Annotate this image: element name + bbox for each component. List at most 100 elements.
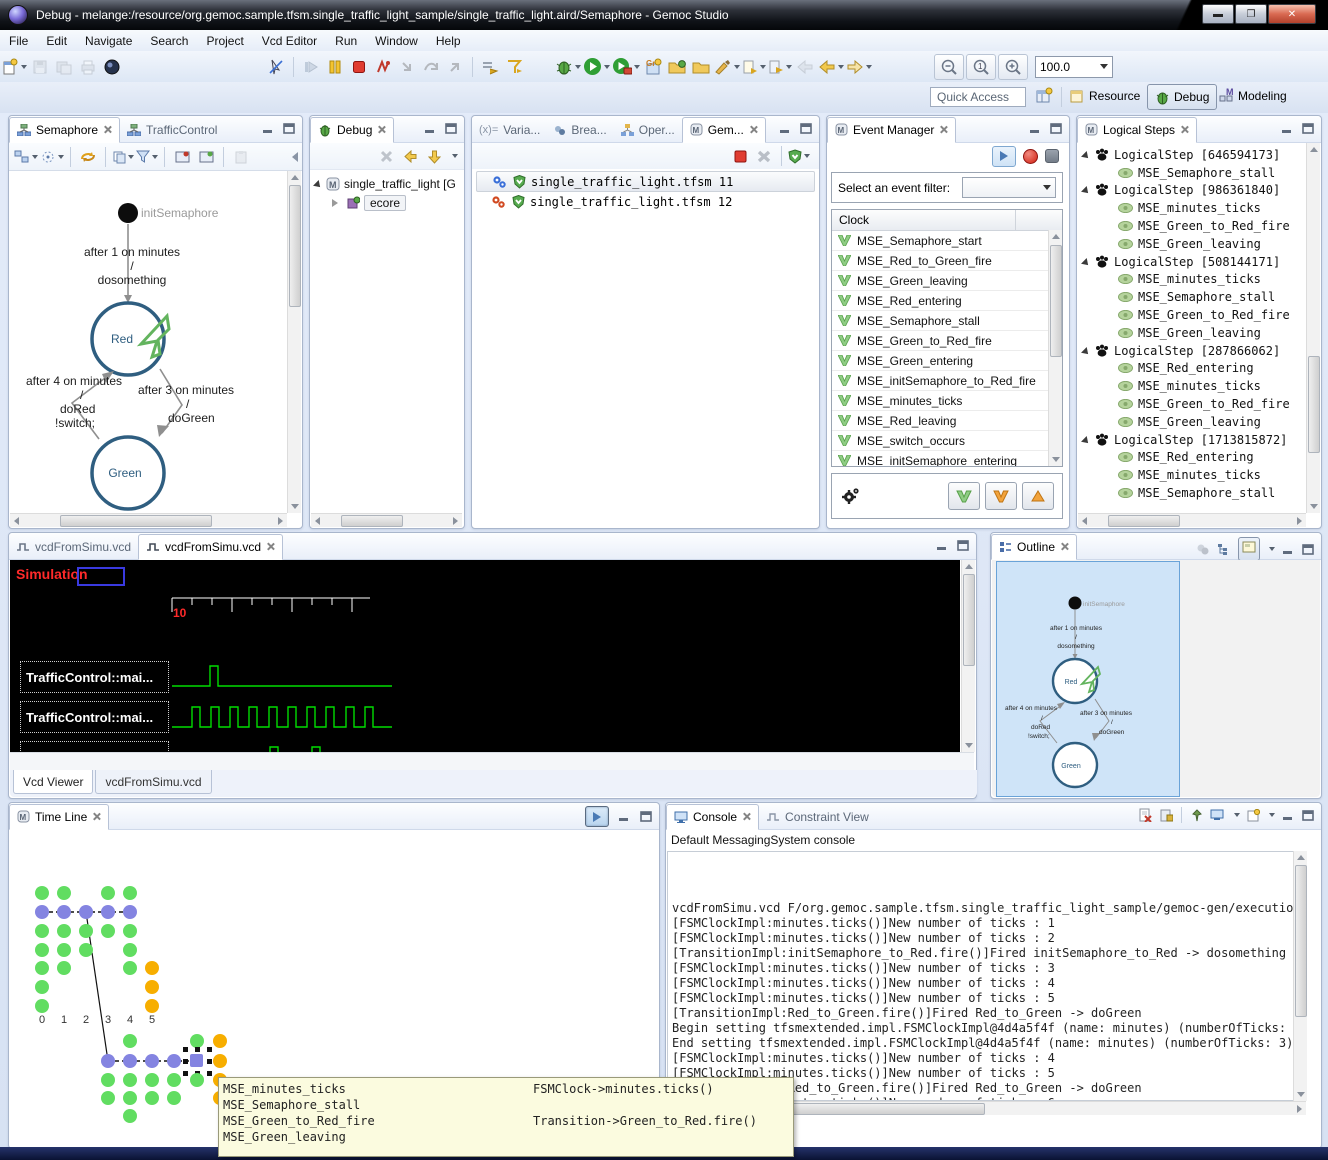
open-folder-icon[interactable] [690,56,712,78]
menu-item[interactable]: Help [427,32,470,50]
diagram-canvas[interactable]: initSemaphore after 1 on minutes / dosom… [10,171,287,513]
link-with-editor-icon[interactable] [768,56,792,78]
minimize-view-icon[interactable] [936,540,949,551]
timeline-dot[interactable] [123,886,137,900]
menu-item[interactable]: Window [366,32,427,50]
tab-console[interactable]: Console [666,804,759,830]
menu-item[interactable]: Search [141,32,197,50]
clock-row[interactable]: MSE_minutes_ticks [832,391,1062,411]
diagram-vscrollbar[interactable] [287,171,301,513]
debug-tree-child[interactable]: ecore [310,193,464,212]
timeline-dot[interactable] [79,924,93,938]
timeline-dot[interactable] [101,886,115,900]
selection-handle[interactable] [207,1071,212,1076]
expander-icon[interactable] [1081,258,1091,268]
maximize-view-icon[interactable] [1302,544,1315,555]
vcd-signal-label[interactable]: TrafficControl::mai... [20,741,169,752]
logical-step-row[interactable]: LogicalStep [1713815872] [1078,431,1306,449]
timeline-dot[interactable] [57,943,71,957]
expander-icon[interactable] [1081,187,1091,197]
export-diagram-button[interactable] [195,146,217,168]
scroll-down-icon[interactable] [1294,1088,1307,1101]
vcd-vscrollbar[interactable] [961,560,975,752]
debug-launch-button[interactable] [555,56,581,78]
clock-column-header[interactable]: Clock [832,210,1062,231]
skip-breakpoints-button[interactable] [479,56,501,78]
tab-event-manager[interactable]: M Event Manager [827,117,956,143]
force-clock-tick-button[interactable] [948,482,980,510]
scroll-up-icon[interactable] [1049,230,1062,243]
timeline-dot[interactable] [57,924,71,938]
timeline-dot[interactable] [57,905,71,919]
scroll-right-icon[interactable] [1293,1102,1306,1115]
close-icon[interactable] [377,125,386,134]
scroll-left-icon[interactable] [10,514,23,527]
clock-vscrollbar[interactable] [1048,230,1062,466]
clear-decision-button[interactable] [1022,482,1054,510]
timeline-dot[interactable] [123,1054,137,1068]
tab-vcd-file[interactable]: vcdFromSimu.vcd [95,770,211,794]
timeline-dot[interactable] [145,1054,159,1068]
stop-engine-button[interactable] [729,145,751,167]
print-button[interactable] [77,56,99,78]
minimize-view-icon[interactable] [1282,810,1295,821]
logical-step-row[interactable]: MSE_Green_to_Red_fire [1078,395,1306,413]
display-console-menu-icon[interactable] [1234,813,1240,817]
annotate-brush-icon[interactable] [714,56,740,78]
timeline-dot[interactable] [101,1054,115,1068]
timeline-dot[interactable] [35,905,49,919]
clock-row[interactable]: MSE_initSemaphore_entering [832,451,1062,467]
logical-step-row[interactable]: MSE_Semaphore_stall [1078,484,1306,502]
close-icon[interactable] [1060,542,1069,551]
clock-row[interactable]: MSE_Red_leaving [832,411,1062,431]
tab-gemoc[interactable]: M Gem... [682,117,766,143]
view-menu-icon[interactable] [1269,547,1275,551]
timeline-dot[interactable] [57,961,71,975]
minimize-view-icon[interactable] [1281,123,1294,134]
logical-step-row[interactable]: MSE_Green_leaving [1078,324,1306,342]
quick-access-box[interactable]: Quick Access [930,87,1026,107]
logical-step-row[interactable]: MSE_minutes_ticks [1078,271,1306,289]
export-image-button[interactable] [171,146,193,168]
select-pointer-icon[interactable] [265,56,287,78]
selection-mode-button[interactable] [40,146,64,168]
zoom-reset-button[interactable]: 1 [966,54,996,80]
tree-view-icon[interactable] [1217,543,1231,556]
stop-button[interactable] [348,56,370,78]
scroll-up-icon[interactable] [1294,851,1307,864]
scroll-down-icon[interactable] [1049,453,1062,466]
expander-icon[interactable] [1081,436,1091,446]
timeline-dot[interactable] [35,924,49,938]
step-down-button[interactable] [423,145,445,167]
logical-step-row[interactable]: MSE_Semaphore_stall [1078,164,1306,182]
tab-breakpoints[interactable]: Brea... [547,118,613,142]
use-step-filters-button[interactable] [503,56,525,78]
profile-launch-button[interactable] [612,56,640,78]
vcd-canvas[interactable]: Simulation 10 TrafficControl::mai... Tra… [10,560,960,752]
timeline-dot[interactable] [123,924,137,938]
clear-console-icon[interactable] [1138,808,1152,822]
pin-console-icon[interactable] [1190,809,1203,822]
timeline-dot[interactable] [123,961,137,975]
tab-operations[interactable]: Oper... [614,118,682,142]
timeline-dot[interactable] [57,886,71,900]
timeline-dot[interactable] [101,905,115,919]
engine-shield-menu-button[interactable] [788,145,810,167]
close-icon[interactable] [749,125,758,134]
clock-row[interactable]: MSE_Red_to_Green_fire [832,251,1062,271]
filter-button[interactable] [136,146,158,168]
initial-state-node[interactable] [118,203,138,223]
close-icon[interactable] [103,125,112,134]
expander-icon[interactable] [1081,151,1091,161]
stop-events-button[interactable] [1045,149,1059,163]
timeline-dot[interactable] [123,943,137,957]
scroll-right-icon[interactable] [274,514,287,527]
scroll-lock-icon[interactable] [1159,808,1173,822]
menu-item[interactable]: Edit [37,32,76,50]
view-menu-icon[interactable] [452,154,458,158]
remove-stopped-engines-button[interactable] [753,145,775,167]
display-console-icon[interactable] [1210,809,1225,821]
play-events-button[interactable] [992,146,1016,167]
new-gr-wizard-icon[interactable]: Gr [642,56,664,78]
timeline-dot[interactable] [123,1109,137,1123]
